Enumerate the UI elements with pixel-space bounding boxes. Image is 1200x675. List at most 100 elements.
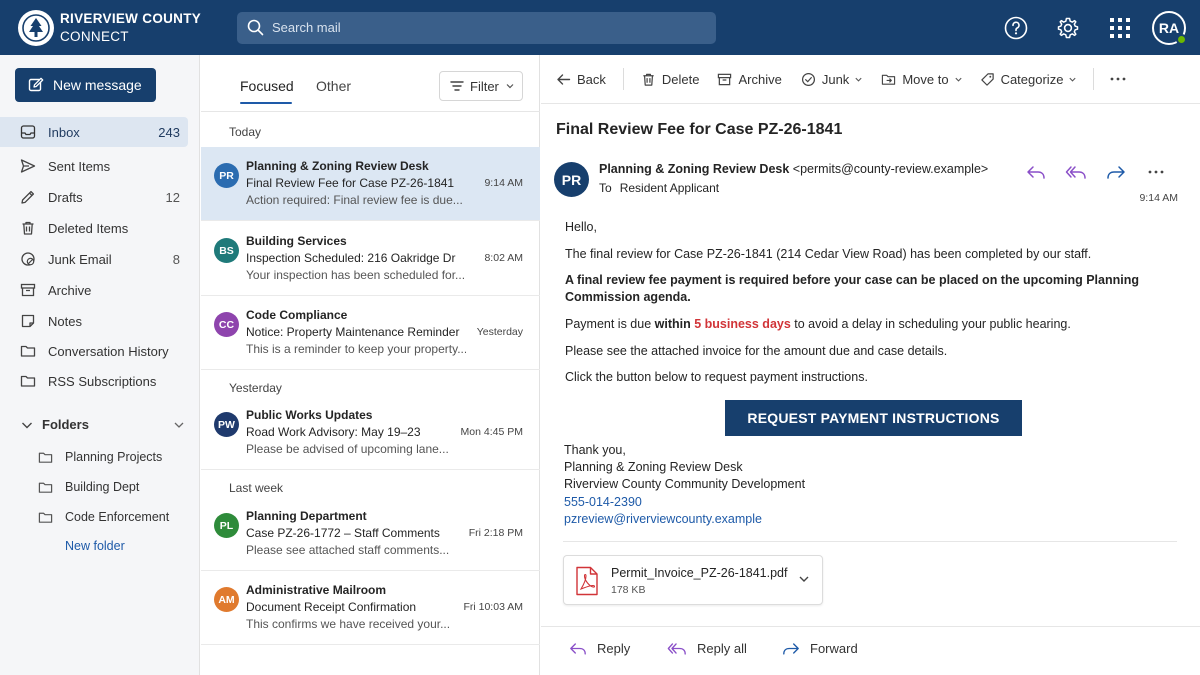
sidebar-item-label: Sent Items [48, 158, 111, 174]
message-time: 9:14 AM [484, 177, 523, 189]
move-to-label: Move to [902, 71, 949, 87]
apps-button[interactable] [1094, 0, 1146, 55]
delete-button[interactable]: Delete [641, 55, 700, 104]
filter-button[interactable]: Filter [439, 71, 523, 101]
more-actions-button[interactable] [1110, 55, 1126, 104]
folder-item-code-enforcement[interactable]: Code Enforcement [38, 505, 169, 529]
message-preview: Your inspection has been scheduled for..… [246, 268, 466, 282]
message-preview: Please be advised of upcoming lane... [246, 442, 449, 456]
new-message-button[interactable]: New message [15, 68, 156, 102]
signature-email-link[interactable]: pzreview@riverviewcounty.example [564, 512, 762, 526]
email-paragraph: Please see the attached invoice for the … [565, 344, 948, 358]
search-box[interactable] [237, 11, 716, 44]
email-timestamp: 9:14 AM [1139, 192, 1178, 204]
help-button[interactable] [990, 0, 1042, 55]
email-paragraph-deadline: Payment is due within 5 business days to… [565, 317, 1071, 331]
sidebar-item-inbox[interactable]: Inbox 243 [0, 117, 188, 147]
sender-name: Planning & Zoning Review Desk [599, 162, 790, 176]
categorize-label: Categorize [1000, 71, 1064, 87]
brand-logo[interactable]: RIVERVIEW COUNTY CONNECT [0, 9, 237, 46]
new-message-label: New message [53, 77, 142, 93]
folder-icon [38, 510, 53, 525]
message-item[interactable]: PR Planning & Zoning Review Desk Final R… [201, 147, 540, 221]
footer-forward-button[interactable]: Forward [782, 641, 858, 656]
reply-all-icon [1065, 164, 1087, 180]
message-list: Focused Other Filter Today PR Planning &… [201, 55, 540, 675]
archive-icon [717, 72, 732, 87]
sender-avatar: PR [214, 163, 239, 188]
more-actions-button[interactable] [1136, 161, 1176, 183]
message-item[interactable]: AM Administrative Mailroom Document Rece… [201, 571, 540, 645]
user-avatar[interactable]: RA [1152, 10, 1187, 45]
message-subject: Final Review Fee for Case PZ-26-1841 [246, 176, 455, 190]
forward-button[interactable] [1096, 161, 1136, 183]
chevron-down-icon [20, 418, 34, 432]
reply-all-button[interactable] [1056, 161, 1096, 183]
sidebar-item-notes[interactable]: Notes [0, 306, 200, 336]
sender-avatar: PR [554, 162, 589, 197]
delete-label: Delete [661, 71, 700, 87]
message-subject: Case PZ-26-1772 – Staff Comments [246, 526, 440, 540]
filter-icon [450, 79, 464, 93]
reply-button[interactable] [1016, 161, 1056, 183]
chevron-down-icon[interactable] [798, 573, 810, 585]
folders-section-toggle[interactable]: Folders [20, 417, 185, 432]
recipient-line: To Resident Applicant [599, 181, 719, 195]
sidebar-item-label: Deleted Items [48, 220, 129, 236]
avatar-initials: RA [1158, 19, 1180, 36]
tab-other[interactable]: Other [316, 78, 351, 94]
sender-line[interactable]: Planning & Zoning Review Desk <permits@c… [599, 162, 988, 176]
deadline-days: 5 business days [694, 317, 791, 331]
message-item[interactable]: PL Planning Department Case PZ-26-1772 –… [201, 497, 540, 571]
search-input[interactable] [272, 20, 692, 35]
sidebar-item-sent[interactable]: Sent Items [0, 151, 200, 181]
sender-avatar: AM [214, 587, 239, 612]
brand-name: RIVERVIEW COUNTY [60, 10, 202, 26]
new-folder-link[interactable]: New folder [65, 539, 125, 553]
sidebar-item-junk[interactable]: Junk Email 8 [0, 244, 200, 274]
message-subject: Document Receipt Confirmation [246, 600, 417, 614]
message-preview: Action required: Final review fee is due… [246, 193, 463, 207]
sidebar-item-conversation-history[interactable]: Conversation History [0, 336, 200, 366]
sidebar-item-label: Notes [48, 313, 82, 329]
message-tabs: Focused Other Filter [201, 55, 540, 112]
move-to-dropdown[interactable]: Move to [881, 55, 962, 104]
presence-status-icon [1176, 33, 1187, 45]
footer-reply-button[interactable]: Reply [569, 641, 630, 656]
pdf-file-icon [574, 566, 600, 596]
deadline-text: Payment is due [565, 317, 655, 331]
send-icon [20, 158, 36, 174]
arrow-left-icon [556, 72, 571, 87]
sidebar-item-deleted[interactable]: Deleted Items [0, 213, 200, 243]
attachment-card[interactable]: Permit_Invoice_PZ-26-1841.pdf 178 KB [563, 555, 823, 605]
footer-reply-all-button[interactable]: Reply all [667, 641, 747, 656]
settings-button[interactable] [1042, 0, 1094, 55]
more-horizontal-icon [1148, 170, 1164, 174]
sidebar-item-rss[interactable]: RSS Subscriptions [0, 366, 200, 396]
message-item[interactable]: CC Code Compliance Notice: Property Main… [201, 296, 540, 370]
categorize-dropdown[interactable]: Categorize [980, 55, 1078, 104]
recipient-name: Resident Applicant [619, 181, 720, 195]
sidebar-item-archive[interactable]: Archive [0, 275, 200, 305]
email-subject: Final Review Fee for Case PZ-26-1841 [556, 121, 843, 138]
folder-item-building-dept[interactable]: Building Dept [38, 475, 139, 499]
message-preview: This is a reminder to keep your property… [246, 342, 466, 356]
help-icon [1004, 16, 1028, 40]
block-icon [20, 251, 36, 267]
request-payment-button[interactable]: REQUEST PAYMENT INSTRUCTIONS [725, 400, 1022, 436]
junk-dropdown[interactable]: Junk [801, 55, 863, 104]
folder-item-planning-projects[interactable]: Planning Projects [38, 445, 162, 469]
message-item[interactable]: BS Building Services Inspection Schedule… [201, 222, 540, 296]
signature-phone-link[interactable]: 555-014-2390 [564, 495, 642, 509]
message-item[interactable]: PW Public Works Updates Road Work Adviso… [201, 396, 540, 470]
reply-icon [569, 641, 587, 656]
left-navigation: New message Inbox 243 Sent Items Drafts … [0, 55, 200, 675]
filter-label: Filter [470, 78, 499, 94]
sidebar-item-drafts[interactable]: Drafts 12 [0, 182, 200, 212]
chevron-down-icon [173, 419, 185, 431]
junk-label: Junk [821, 71, 850, 87]
archive-button[interactable]: Archive [717, 55, 782, 104]
back-button[interactable]: Back [556, 55, 606, 104]
message-sender: Public Works Updates [246, 408, 373, 422]
tab-focused[interactable]: Focused [240, 78, 294, 94]
